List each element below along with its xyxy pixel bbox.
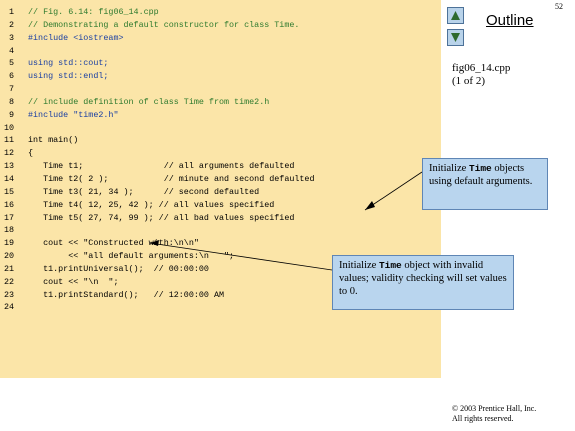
code-text: #include <iostream>: [28, 32, 124, 43]
page-number: 52: [555, 2, 563, 11]
code-text: int main(): [28, 135, 79, 146]
code-line: 16 Time t4( 12, 25, 42 ); // all values …: [0, 199, 441, 212]
line-number: 8: [8, 96, 14, 107]
code-text: #include "time2.h": [28, 109, 119, 120]
line-number: 16: [3, 199, 14, 210]
copyright-line-1: © 2003 Prentice Hall, Inc.: [452, 404, 537, 413]
code-line: 15 Time t3( 21, 34 ); // second defaulte…: [0, 186, 441, 199]
file-part: (1 of 2): [452, 75, 485, 87]
code-line: 4: [0, 45, 441, 58]
outline-title[interactable]: Outline: [486, 12, 534, 29]
line-number: 9: [8, 109, 14, 120]
triangle-down-icon: [451, 33, 460, 42]
code-line: 19 cout << "Constructed with:\n\n": [0, 237, 441, 250]
code-text: {: [28, 148, 34, 159]
line-number: 15: [3, 186, 14, 197]
line-number: 23: [3, 289, 14, 300]
outline-up-button[interactable]: [447, 7, 464, 24]
code-text: cout << "\n ";: [28, 276, 119, 287]
code-text: Time t5( 27, 74, 99 ); // all bad values…: [28, 212, 295, 223]
triangle-up-icon: [451, 11, 460, 20]
code-line: 2 // Demonstrating a default constructor …: [0, 19, 441, 32]
line-number: 7: [8, 84, 14, 95]
code-line: 3 #include <iostream>: [0, 32, 441, 45]
line-number: 5: [8, 58, 14, 69]
outline-down-button[interactable]: [447, 29, 464, 46]
code-text: << "all default arguments:\n ";: [28, 251, 235, 262]
line-number: 21: [3, 263, 14, 274]
code-line: 7: [0, 83, 441, 96]
code-line: 12 {: [0, 147, 441, 160]
line-number: 2: [8, 19, 14, 30]
code-text: Time t4( 12, 25, 42 ); // all values spe…: [28, 199, 275, 210]
line-number: 19: [3, 238, 14, 249]
callout-text-prefix: Initialize: [339, 260, 379, 271]
callout-text-prefix: Initialize: [429, 163, 469, 174]
line-number: 12: [3, 148, 14, 159]
callout-code: Time: [468, 163, 492, 174]
line-number: 1: [8, 7, 14, 17]
line-number: 6: [8, 71, 14, 82]
code-text: cout << "Constructed with:\n\n": [28, 238, 199, 249]
line-number: 24: [3, 302, 14, 313]
code-text: // Fig. 6.14: fig06_14.cpp: [28, 7, 159, 17]
code-text: Time t3( 21, 34 ); // second defaulted: [28, 186, 260, 197]
code-text: t1.printUniversal(); // 00:00:00: [28, 263, 209, 274]
code-line: 5 using std::cout;: [0, 57, 441, 70]
code-line: 11 int main(): [0, 134, 441, 147]
code-line: 17 Time t5( 27, 74, 99 ); // all bad val…: [0, 212, 441, 225]
callout-default-arguments: Initialize Time objects using default ar…: [422, 158, 548, 210]
code-line: 9 #include "time2.h": [0, 109, 441, 122]
line-number: 14: [3, 173, 14, 184]
code-line: 8 // include definition of class Time fro…: [0, 96, 441, 109]
code-text: // include definition of class Time from…: [28, 96, 270, 107]
line-number: 20: [3, 251, 14, 262]
file-name: fig06_14.cpp: [452, 62, 511, 74]
code-text: using std::endl;: [28, 71, 109, 82]
code-text: // Demonstrating a default constructor f…: [28, 19, 300, 30]
line-number: 13: [3, 161, 14, 172]
callout-code: Time: [378, 260, 402, 271]
code-line: 18: [0, 224, 441, 237]
line-number: 17: [3, 212, 14, 223]
callout-invalid-values: Initialize Time object with invalid valu…: [332, 255, 514, 310]
line-number: 10: [3, 122, 14, 133]
line-number: 11: [3, 135, 14, 146]
code-line: 6 using std::endl;: [0, 70, 441, 83]
copyright-line-2: All rights reserved.: [452, 414, 514, 423]
copyright: © 2003 Prentice Hall, Inc. All rights re…: [452, 404, 536, 424]
code-text: t1.printStandard(); // 12:00:00 AM: [28, 289, 225, 300]
file-label: fig06_14.cpp (1 of 2): [452, 62, 510, 88]
line-number: 22: [3, 276, 14, 287]
code-line: 13 Time t1; // all arguments defaulted: [0, 160, 441, 173]
code-line: 14 Time t2( 2 ); // minute and second de…: [0, 173, 441, 186]
line-number: 3: [8, 32, 14, 43]
code-text: Time t2( 2 ); // minute and second defau…: [28, 173, 315, 184]
code-line: 1 // Fig. 6.14: fig06_14.cpp: [0, 6, 441, 19]
line-number: 4: [8, 45, 14, 56]
code-line: 10: [0, 122, 441, 135]
line-number: 18: [3, 225, 14, 236]
code-text: using std::cout;: [28, 58, 109, 69]
code-text: Time t1; // all arguments defaulted: [28, 161, 295, 172]
code-panel: 1 // Fig. 6.14: fig06_14.cpp 2 // Demonstra…: [0, 0, 441, 378]
